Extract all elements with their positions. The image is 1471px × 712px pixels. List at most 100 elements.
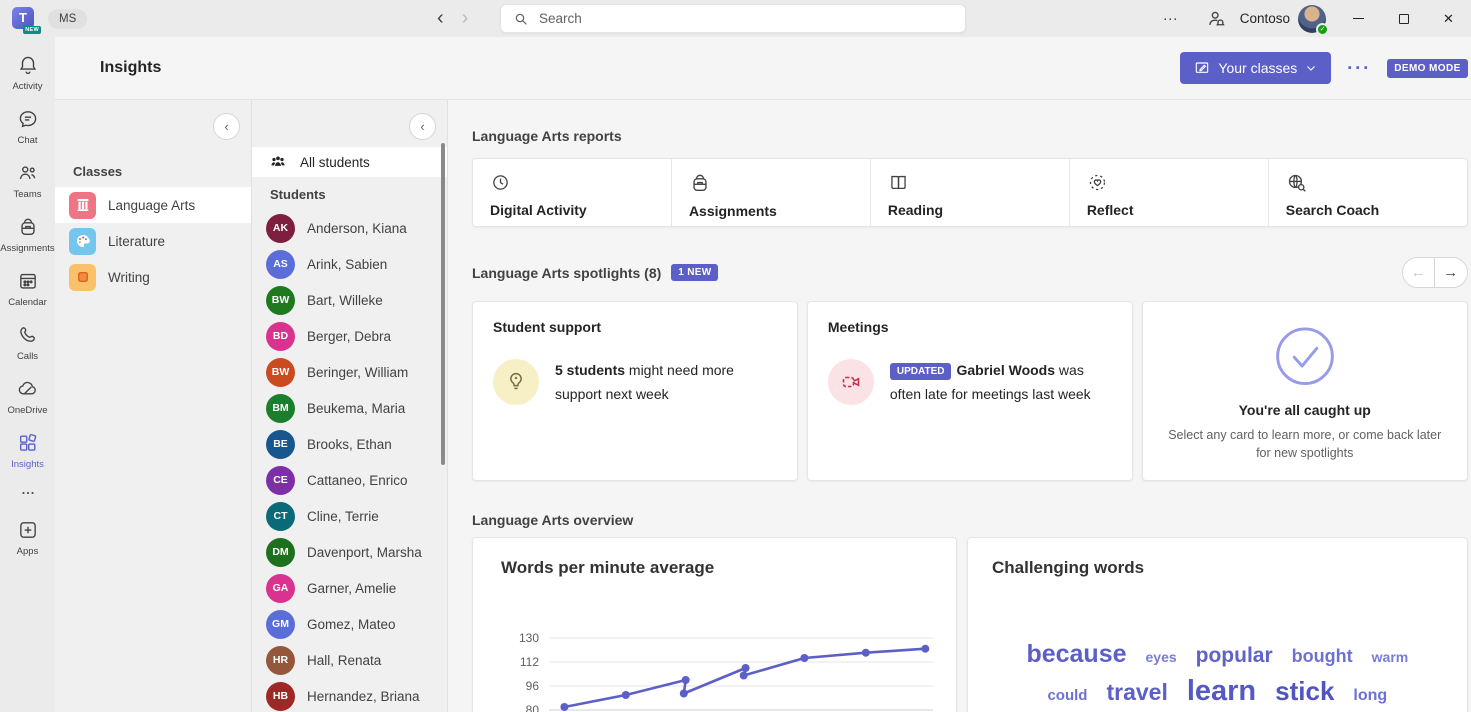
- forward-button[interactable]: ›: [462, 7, 469, 30]
- classes-panel: ‹ Classes Language ArtsLiteratureWriting: [55, 100, 252, 712]
- video-camera-icon: [828, 359, 874, 405]
- maximize-button[interactable]: [1381, 0, 1426, 37]
- svg-text:96: 96: [526, 679, 540, 693]
- student-item[interactable]: GMGomez, Mateo: [252, 606, 447, 642]
- close-button[interactable]: ✕: [1426, 0, 1471, 37]
- rail-item-apps[interactable]: Apps: [0, 512, 55, 563]
- book-icon: [888, 180, 909, 196]
- student-item[interactable]: CTCline, Terrie: [252, 498, 447, 534]
- apps-icon: [17, 519, 39, 544]
- rail-item-teams[interactable]: Teams: [0, 155, 55, 206]
- rail-item-calendar[interactable]: Calendar: [0, 263, 55, 314]
- teams-new-badge: NEW: [23, 26, 41, 34]
- challenging-word: warm: [1372, 649, 1409, 665]
- student-item[interactable]: HBHernandez, Briana: [252, 678, 447, 712]
- wpm-title: Words per minute average: [501, 558, 942, 578]
- student-item[interactable]: BEBrooks, Ethan: [252, 426, 447, 462]
- wpm-card[interactable]: Words per minute average 1301129680: [472, 537, 957, 712]
- insights-more-button[interactable]: ···: [1347, 58, 1371, 79]
- students-scrollbar[interactable]: [441, 143, 445, 465]
- search-input[interactable]: Search: [500, 4, 966, 33]
- svg-text:112: 112: [520, 655, 539, 669]
- workspace-badge[interactable]: MS: [48, 9, 87, 29]
- classes-heading: Classes: [55, 154, 251, 187]
- rail-item-insights[interactable]: Insights: [0, 425, 55, 476]
- student-avatar: DM: [266, 538, 295, 567]
- student-item[interactable]: HRHall, Renata: [252, 642, 447, 678]
- rail-item-onedrive[interactable]: OneDrive: [0, 371, 55, 422]
- reports-heading: Language Arts reports: [472, 128, 1468, 144]
- student-avatar: CE: [266, 466, 295, 495]
- rail-more-button[interactable]: [0, 479, 55, 509]
- updated-badge: UPDATED: [890, 363, 952, 380]
- chevron-down-icon: [1305, 62, 1317, 74]
- class-item-language-arts[interactable]: Language Arts: [55, 187, 251, 223]
- spotlights-paginator: ← →: [1402, 257, 1468, 288]
- rail-item-calls[interactable]: Calls: [0, 317, 55, 368]
- challenging-word: long: [1353, 687, 1387, 705]
- spotlights-heading: Language Arts spotlights (8): [472, 265, 661, 281]
- student-avatar: HB: [266, 682, 295, 711]
- student-item[interactable]: CECattaneo, Enrico: [252, 462, 447, 498]
- report-card-reading[interactable]: Reading: [870, 159, 1069, 226]
- profile-avatar[interactable]: ✓: [1298, 5, 1326, 33]
- wpm-line-chart: 1301129680: [501, 620, 944, 712]
- lightbulb-icon: [493, 359, 539, 405]
- teams-logo-icon: T NEW: [12, 7, 38, 31]
- report-card-digital-activity[interactable]: Digital Activity: [473, 159, 671, 226]
- challenging-word: could: [1047, 687, 1087, 704]
- spotlight-meetings-card[interactable]: Meetings UPDATEDGabriel Woods was often …: [807, 301, 1133, 481]
- student-avatar: BE: [266, 430, 295, 459]
- rail-item-chat[interactable]: Chat: [0, 101, 55, 152]
- spotlights-prev-button[interactable]: ←: [1403, 258, 1435, 287]
- class-item-writing[interactable]: Writing: [55, 259, 251, 295]
- spotlights-next-button[interactable]: →: [1435, 258, 1467, 287]
- presence-available-icon: ✓: [1316, 23, 1329, 36]
- overview-heading: Language Arts overview: [472, 512, 1468, 528]
- collapse-classes-button[interactable]: ‹: [213, 113, 240, 140]
- rail-item-activity[interactable]: Activity: [0, 47, 55, 98]
- student-item[interactable]: BWBart, Willeke: [252, 282, 447, 318]
- report-card-search-coach[interactable]: Search Coach: [1268, 159, 1467, 226]
- rail-item-assignments[interactable]: Assignments: [0, 209, 55, 260]
- titlebar: T NEW MS ‹ › Search ··· Contoso ✓ ✕: [0, 0, 1471, 37]
- word-cloud: becauseeyespopularboughtwarmcouldtravell…: [992, 640, 1443, 712]
- student-item[interactable]: GAGarner, Amelie: [252, 570, 447, 606]
- page-header: Insights Your classes ··· DEMO MODE: [55, 37, 1471, 100]
- student-item[interactable]: AKAnderson, Kiana: [252, 210, 447, 246]
- check-circle-icon: [1273, 325, 1337, 388]
- collapse-students-button[interactable]: ‹: [409, 113, 436, 140]
- main-content: Language Arts reports Digital ActivityAs…: [448, 100, 1471, 712]
- svg-text:80: 80: [526, 703, 540, 712]
- challenging-words-card[interactable]: Challenging words becauseeyespopularboug…: [967, 537, 1468, 712]
- caught-up-subtitle: Select any card to learn more, or come b…: [1163, 426, 1447, 464]
- student-item[interactable]: BDBerger, Debra: [252, 318, 447, 354]
- challenging-word: popular: [1196, 644, 1273, 668]
- back-button[interactable]: ‹: [437, 7, 444, 30]
- student-avatar: AS: [266, 250, 295, 279]
- people-group-icon: [268, 152, 288, 172]
- student-item[interactable]: DMDavenport, Marsha: [252, 534, 447, 570]
- spotlight-student-support-card[interactable]: Student support 5 students might need mo…: [472, 301, 798, 481]
- teams-icon: [17, 162, 39, 187]
- class-item-literature[interactable]: Literature: [55, 223, 251, 259]
- report-card-reflect[interactable]: Reflect: [1069, 159, 1268, 226]
- challenging-word: stick: [1275, 676, 1334, 707]
- backpack-icon: [17, 216, 39, 241]
- challenging-words-title: Challenging words: [992, 558, 1443, 578]
- classes-icon: [1194, 60, 1210, 76]
- minimize-button[interactable]: [1336, 0, 1381, 37]
- student-item[interactable]: BMBeukema, Maria: [252, 390, 447, 426]
- your-classes-button[interactable]: Your classes: [1180, 52, 1331, 84]
- student-item[interactable]: BWBeringer, William: [252, 354, 447, 390]
- student-item[interactable]: ASArink, Sabien: [252, 246, 447, 282]
- notifications-person-icon[interactable]: [1192, 9, 1240, 29]
- phone-icon: [17, 324, 39, 349]
- report-card-assignments[interactable]: Assignments: [671, 159, 870, 226]
- titlebar-more-button[interactable]: ···: [1149, 10, 1192, 27]
- student-avatar: GM: [266, 610, 295, 639]
- insights-icon: [17, 432, 39, 457]
- all-students-item[interactable]: All students: [252, 147, 447, 177]
- student-avatar: BD: [266, 322, 295, 351]
- calendar-icon: [17, 270, 39, 295]
